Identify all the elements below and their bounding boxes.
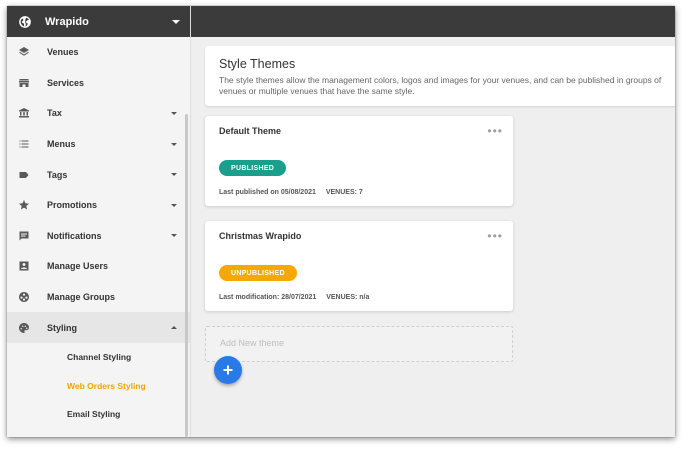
sidebar: Wrapido Venues Services Tax Menus Tags P… — [7, 6, 191, 437]
sidebar-item-notifications[interactable]: Notifications — [7, 221, 190, 252]
tag-icon — [18, 169, 30, 181]
theme-meta: Last modification: 28/07/2021 VENUES: n/… — [219, 294, 377, 301]
group-icon — [18, 291, 30, 303]
sidebar-item-manage-users[interactable]: Manage Users — [7, 251, 190, 282]
page-header-card: Style Themes The style themes allow the … — [205, 46, 675, 106]
sidebar-item-label: Tax — [47, 108, 62, 119]
sidebar-item-label: Tags — [47, 169, 68, 180]
chevron-down-icon — [171, 203, 177, 207]
page-title: Style Themes — [219, 57, 296, 71]
message-icon — [18, 230, 30, 242]
sidebar-subitem-email-styling[interactable]: Email Styling — [7, 400, 190, 429]
sidebar-item-venues[interactable]: Venues — [7, 37, 190, 68]
sidebar-item-label: Manage Users — [47, 261, 109, 272]
sidebar-nav: Venues Services Tax Menus Tags Promotion… — [7, 37, 190, 428]
sidebar-item-manage-groups[interactable]: Manage Groups — [7, 282, 190, 313]
layers-icon — [18, 46, 30, 58]
user-card-icon — [18, 260, 30, 272]
theme-card[interactable]: Christmas Wrapido ••• UNPUBLISHED Last m… — [205, 221, 513, 311]
theme-date: Last modification: 28/07/2021 — [219, 294, 317, 301]
sidebar-item-tags[interactable]: Tags — [7, 159, 190, 190]
chevron-down-icon — [172, 20, 180, 24]
chevron-down-icon — [171, 142, 177, 146]
status-badge: PUBLISHED — [219, 160, 287, 176]
app-window: Wrapido Venues Services Tax Menus Tags P… — [7, 6, 675, 437]
page-description: The style themes allow the management co… — [219, 75, 662, 96]
sidebar-item-label: Styling — [47, 322, 78, 333]
sidebar-item-label: Promotions — [47, 200, 98, 211]
sidebar-item-label: Notifications — [47, 230, 102, 241]
store-icon — [18, 77, 30, 89]
sidebar-item-promotions[interactable]: Promotions — [7, 190, 190, 221]
chevron-down-icon — [171, 111, 177, 115]
theme-card[interactable]: Default Theme ••• PUBLISHED Last publish… — [205, 116, 513, 206]
theme-meta: Last published on 05/08/2021 VENUES: 7 — [219, 189, 371, 196]
theme-venues: VENUES: 7 — [325, 189, 363, 196]
sidebar-subitem-web-orders-styling[interactable]: Web Orders Styling — [7, 371, 190, 400]
chevron-down-icon — [171, 173, 177, 177]
sidebar-item-services[interactable]: Services — [7, 68, 190, 99]
sidebar-item-label: Menus — [47, 139, 76, 150]
sidebar-item-label: Venues — [47, 47, 79, 58]
sidebar-subitem-channel-styling[interactable]: Channel Styling — [7, 343, 190, 372]
sidebar-item-menus[interactable]: Menus — [7, 129, 190, 160]
sidebar-item-tax[interactable]: Tax — [7, 98, 190, 129]
palette-icon — [18, 322, 30, 334]
bank-icon — [18, 107, 30, 119]
sidebar-item-label: Services — [47, 77, 85, 88]
status-badge: UNPUBLISHED — [219, 265, 297, 281]
globe-icon — [19, 15, 31, 28]
plus-icon — [223, 365, 233, 375]
chevron-down-icon — [171, 234, 177, 238]
sidebar-scroll-thumb[interactable] — [185, 114, 188, 437]
add-theme-button[interactable] — [214, 356, 242, 384]
more-options-icon[interactable]: ••• — [487, 125, 503, 137]
sidebar-item-label: Manage Groups — [47, 292, 116, 303]
sidebar-item-styling[interactable]: Styling — [7, 312, 190, 343]
theme-date: Last published on 05/08/2021 — [219, 189, 316, 196]
list-icon — [18, 138, 30, 150]
brand-selector[interactable]: Wrapido — [7, 6, 190, 37]
theme-name: Christmas Wrapido — [219, 231, 302, 241]
star-icon — [18, 199, 30, 211]
chevron-up-icon — [171, 326, 177, 330]
more-options-icon[interactable]: ••• — [487, 230, 503, 242]
theme-venues: VENUES: n/a — [326, 294, 370, 301]
theme-name: Default Theme — [219, 126, 282, 136]
add-new-theme-input[interactable]: Add New theme — [205, 326, 513, 362]
brand-name: Wrapido — [45, 15, 89, 28]
